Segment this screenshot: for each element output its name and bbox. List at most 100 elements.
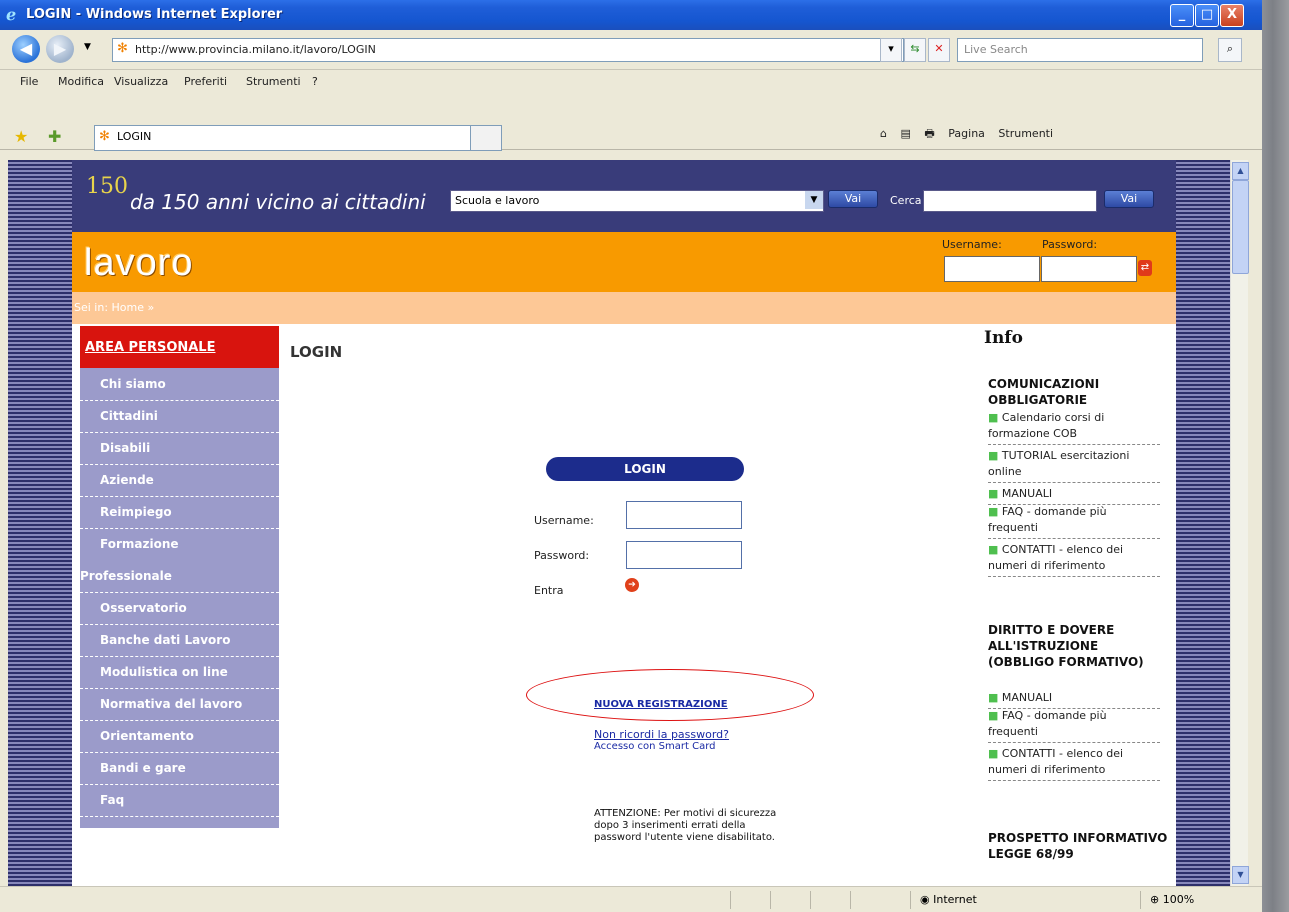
feeds-icon[interactable]: ▤ bbox=[900, 127, 910, 140]
left-stripes bbox=[8, 160, 72, 886]
area-personale-header[interactable]: AREA PERSONALE bbox=[80, 326, 279, 368]
menu-formazione[interactable]: Formazione bbox=[80, 528, 279, 560]
section-select-value: Scuola e lavoro bbox=[455, 194, 540, 207]
history-dropdown-icon[interactable]: ▼ bbox=[84, 42, 91, 52]
smart-card-link[interactable]: Accesso con Smart Card bbox=[594, 741, 715, 752]
entra-arrow-icon[interactable]: ➔ bbox=[625, 578, 639, 592]
chevron-down-icon: ▼ bbox=[805, 191, 823, 209]
menu-aziende[interactable]: Aziende bbox=[80, 464, 279, 497]
search-button[interactable]: ⌕ bbox=[1218, 38, 1242, 62]
link-manuali[interactable]: ■ MANUALI bbox=[988, 486, 1160, 505]
menu-faq[interactable]: Faq bbox=[80, 784, 279, 817]
menu-preferiti[interactable]: Preferiti bbox=[184, 75, 227, 88]
site-header: 150 da 150 anni vicino ai cittadini Scuo… bbox=[72, 160, 1176, 232]
link-manuali-2[interactable]: ■ MANUALI bbox=[988, 690, 1160, 709]
forgot-password-link[interactable]: Non ricordi la password? bbox=[594, 728, 729, 741]
nuova-registrazione-link[interactable]: NUOVA REGISTRAZIONE bbox=[594, 699, 728, 710]
section-select[interactable]: Scuola e lavoro ▼ bbox=[450, 190, 824, 212]
menu-normativa[interactable]: Normativa del lavoro bbox=[80, 688, 279, 721]
section-title: lavoro bbox=[84, 242, 194, 284]
add-favorites-icon[interactable]: ✚ bbox=[48, 127, 61, 146]
title-bar: ℯ LOGIN - Windows Internet Explorer _ □ … bbox=[0, 0, 1262, 30]
info-title: Info bbox=[984, 328, 1023, 348]
link-contatti[interactable]: ■ CONTATTI - elenco dei numeri di riferi… bbox=[988, 542, 1160, 577]
password-input[interactable] bbox=[626, 541, 742, 569]
maximize-button[interactable]: □ bbox=[1195, 4, 1219, 27]
menu-disabili[interactable]: Disabili bbox=[80, 432, 279, 465]
print-icon[interactable]: 🖶 bbox=[924, 127, 934, 140]
tab-label: LOGIN bbox=[117, 130, 152, 143]
globe-icon: ◉ bbox=[920, 893, 930, 906]
zoom-level[interactable]: ⊕ 100% bbox=[1150, 893, 1194, 906]
menu-orientamento[interactable]: Orientamento bbox=[80, 720, 279, 753]
scroll-up-icon[interactable]: ▲ bbox=[1232, 162, 1249, 180]
address-url: http://www.provincia.milano.it/lavoro/LO… bbox=[135, 43, 376, 56]
menu-visualizza[interactable]: Visualizza bbox=[114, 75, 168, 88]
menu-reimpiego[interactable]: Reimpiego bbox=[80, 496, 279, 529]
scroll-thumb[interactable] bbox=[1232, 180, 1249, 274]
username-label: Username: bbox=[534, 514, 594, 527]
menu-banche-dati[interactable]: Banche dati Lavoro bbox=[80, 624, 279, 657]
desktop-background bbox=[1262, 0, 1289, 912]
favorites-star-icon[interactable]: ★ bbox=[14, 127, 28, 146]
tab-bar: ★ ✚ ✻ LOGIN ⌂ ▤ 🖶 Pagina Strumenti bbox=[0, 93, 1262, 151]
menu-modulistica[interactable]: Modulistica on line bbox=[80, 656, 279, 689]
search-vai-button[interactable]: Vai bbox=[1104, 190, 1154, 208]
home-icon[interactable]: ⌂ bbox=[880, 127, 887, 140]
bullet-icon: ■ bbox=[988, 411, 999, 424]
menu-file[interactable]: File bbox=[20, 75, 38, 88]
status-separator bbox=[810, 891, 811, 909]
menu-osservatorio[interactable]: Osservatorio bbox=[80, 592, 279, 625]
link-faq[interactable]: ■ FAQ - domande più frequenti bbox=[988, 504, 1160, 539]
back-button[interactable]: ◀ bbox=[12, 35, 40, 63]
site-search-input[interactable] bbox=[923, 190, 1097, 212]
link-contatti-2[interactable]: ■ CONTATTI - elenco dei numeri di riferi… bbox=[988, 746, 1160, 781]
breadcrumb-text[interactable]: Sei in: Home » bbox=[74, 301, 154, 314]
username-input[interactable] bbox=[626, 501, 742, 529]
menu-modifica[interactable]: Modifica bbox=[58, 75, 104, 88]
section-prospetto-title[interactable]: PROSPETTO INFORMATIVO LEGGE 68/99 bbox=[988, 830, 1168, 862]
header-login-arrow-icon[interactable]: ⇄ bbox=[1138, 260, 1152, 276]
menu-cittadini[interactable]: Cittadini bbox=[80, 400, 279, 433]
minimize-button[interactable]: _ bbox=[1170, 4, 1194, 27]
status-separator bbox=[1140, 891, 1141, 909]
header-password-input[interactable] bbox=[1041, 256, 1137, 282]
status-separator bbox=[770, 891, 771, 909]
security-zone: ◉ Internet bbox=[920, 893, 977, 906]
bullet-icon: ■ bbox=[988, 747, 999, 760]
forward-button[interactable]: ▶ bbox=[46, 35, 74, 63]
tools-menu-button[interactable]: Strumenti bbox=[998, 127, 1053, 140]
page-menu-button[interactable]: Pagina bbox=[948, 127, 985, 140]
scroll-down-icon[interactable]: ▼ bbox=[1232, 866, 1249, 884]
section-banner: lavoro Username: Password: ⇄ bbox=[72, 232, 1176, 292]
link-tutorial[interactable]: ■ TUTORIAL esercitazioni online bbox=[988, 448, 1160, 483]
refresh-button[interactable]: ⇆ bbox=[904, 38, 926, 62]
browser-window: ℯ LOGIN - Windows Internet Explorer _ □ … bbox=[0, 0, 1262, 912]
bullet-icon: ■ bbox=[988, 487, 999, 500]
menu-strumenti[interactable]: Strumenti bbox=[246, 75, 301, 88]
address-dropdown-button[interactable]: ▾ bbox=[880, 38, 902, 62]
link-calendario[interactable]: ■ Calendario corsi di formazione COB bbox=[988, 410, 1160, 445]
menu-bar: File Modifica Visualizza Preferiti Strum… bbox=[0, 71, 1262, 93]
menu-bandi-gare[interactable]: Bandi e gare bbox=[80, 752, 279, 785]
vertical-scrollbar[interactable]: ▲ ▼ bbox=[1230, 160, 1249, 886]
link-faq-2[interactable]: ■ FAQ - domande più frequenti bbox=[988, 708, 1160, 743]
breadcrumb: Sei in: Home » bbox=[72, 292, 1176, 324]
vai-button[interactable]: Vai bbox=[828, 190, 878, 208]
tab-login[interactable]: ✻ LOGIN bbox=[94, 125, 490, 151]
status-separator bbox=[850, 891, 851, 909]
section-cob-title: COMUNICAZIONI OBBLIGATORIE bbox=[988, 377, 1100, 407]
search-label: Cerca bbox=[890, 194, 922, 207]
live-search-input[interactable]: Live Search bbox=[957, 38, 1203, 62]
menu-chi-siamo[interactable]: Chi siamo bbox=[80, 368, 279, 401]
login-bar: LOGIN bbox=[546, 457, 744, 481]
menu-help[interactable]: ? bbox=[312, 75, 318, 88]
close-button[interactable]: X bbox=[1220, 4, 1244, 27]
stop-button[interactable]: ✕ bbox=[928, 38, 950, 62]
header-username-input[interactable] bbox=[944, 256, 1040, 282]
bullet-icon: ■ bbox=[988, 709, 999, 722]
bullet-icon: ■ bbox=[988, 543, 999, 556]
new-tab-button[interactable] bbox=[470, 125, 502, 151]
address-input[interactable]: ✻ http://www.provincia.milano.it/lavoro/… bbox=[112, 38, 904, 62]
menu-professionale[interactable]: Professionale bbox=[80, 560, 279, 593]
